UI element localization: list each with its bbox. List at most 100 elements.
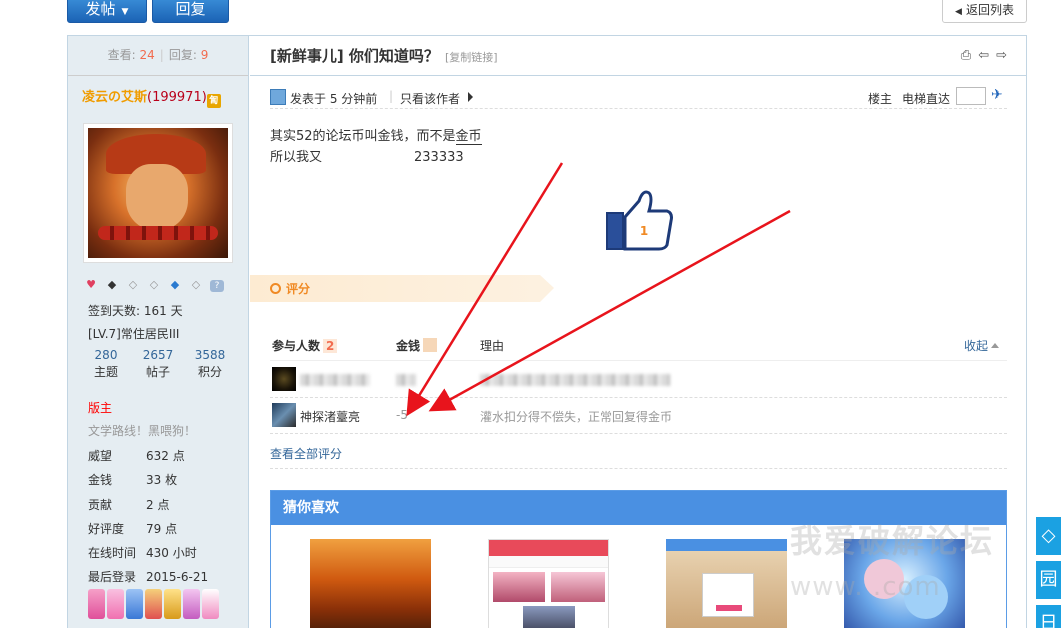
medal-list	[88, 589, 238, 628]
group-medals: ♥ ◆ ◇ ◇ ◆ ◇?	[84, 277, 231, 292]
author-name[interactable]: 凌云の艾斯	[82, 90, 147, 105]
content-line: 所以我又 233333	[270, 150, 464, 165]
user-motto: 文学路线！黑喂狗！	[88, 424, 197, 438]
recommendation-thumbnail[interactable]	[488, 539, 609, 628]
money-header: 金钱	[396, 337, 438, 354]
watermark-text: 我爱破解论坛	[790, 522, 995, 560]
prev-thread-icon[interactable]: ⇦	[978, 48, 989, 63]
rating-row	[270, 362, 1007, 398]
side-tab[interactable]: 园	[1036, 561, 1061, 599]
coin-icon	[423, 338, 438, 352]
rating-value	[396, 372, 416, 386]
next-thread-icon[interactable]: ⇨	[996, 48, 1007, 63]
checkin-days: 签到天数: 161 天	[88, 304, 183, 318]
gem-icon: ◆	[107, 278, 117, 291]
count-credits[interactable]: 3588 积分	[186, 347, 234, 381]
views-count: 24	[139, 48, 155, 62]
gem-icon: ◇	[128, 278, 138, 291]
divider	[270, 468, 1007, 469]
gem-icon: ◇	[149, 278, 159, 291]
user-counts: 280 主题 2657 帖子 3588 积分	[82, 347, 242, 383]
rating-reason	[480, 372, 670, 386]
jump-floor-input[interactable]	[956, 87, 986, 105]
rating-reason: 灌水扣分得不偿失，正常回复得金币	[480, 410, 673, 424]
post-content: 其实52的论坛币叫金钱，而不是金币 所以我又 233333	[270, 126, 482, 168]
rater-name[interactable]: 神探渚薹亮	[300, 408, 360, 425]
only-author-link[interactable]: 只看该作者	[400, 90, 460, 107]
gem-icon: ◇	[191, 278, 201, 291]
collapse-button[interactable]: 收起	[964, 337, 999, 354]
back-to-list-button[interactable]: ◀ 返回列表	[942, 0, 1027, 23]
page-title: [新鲜事儿] 你们知道吗？	[270, 47, 439, 65]
replies-label: 回复:	[168, 48, 197, 62]
rating-row: 神探渚薹亮 -5 灌水扣分得不偿失，正常回复得金币	[270, 398, 1007, 434]
side-float-tabs: ◇ 园 日	[1036, 517, 1061, 628]
user-info-table: 威望 632 点 金钱 33 枚 贡献 2 点 好评度 79 点 在线时间 430 小时 …	[88, 444, 238, 590]
rating-header: 评分	[250, 275, 554, 302]
user-role: 版主	[88, 401, 113, 415]
print-icon[interactable]: ⎙	[961, 48, 971, 63]
views-label: 查看:	[107, 48, 136, 62]
rater-avatar[interactable]	[272, 403, 296, 427]
post-button-label: 发帖	[85, 0, 116, 18]
gem-icon: ◆	[170, 278, 180, 291]
medal-icon[interactable]	[88, 589, 105, 619]
medal-icon[interactable]	[202, 589, 219, 619]
rating-label: 评分	[286, 282, 311, 296]
back-to-list-label: 返回列表	[965, 3, 1014, 17]
top-toolbar: 发帖 ▼ 回复 ◀ 返回列表	[0, 0, 1061, 34]
vip-badge-icon: 訇	[206, 94, 221, 108]
thread-stats: 查看: 24 | 回复: 9	[68, 36, 248, 76]
avatar[interactable]	[83, 123, 233, 263]
chevron-down-icon: ▼	[121, 7, 129, 17]
author-uid: (199971)	[147, 90, 207, 105]
participants-count: 2	[323, 339, 338, 353]
rater-avatar[interactable]	[272, 367, 296, 391]
replies-count: 9	[200, 48, 209, 62]
content-line: 其实52的论坛币叫金钱，而不是金币	[270, 129, 482, 145]
reason-header: 理由	[480, 339, 505, 353]
medal-icon[interactable]	[126, 589, 143, 619]
info-row: 威望 632 点	[88, 449, 185, 463]
info-row: 金钱 33 枚	[88, 473, 178, 488]
view-all-ratings-link[interactable]: 查看全部评分	[270, 445, 342, 462]
participants-header: 参与人数 2	[272, 337, 338, 354]
author-sidebar: 查看: 24 | 回复: 9 凌云の艾斯(199971) 訇 ♥ ◆ ◇ ◇ ◆ ◇? 签到天数…	[68, 36, 249, 628]
title-actions: ⎙ ⇦ ⇨	[954, 48, 1007, 63]
rating-circle-icon	[270, 283, 281, 294]
caret-right-icon	[468, 92, 473, 102]
info-row: 在线时间 430 小时	[88, 546, 197, 561]
info-row: 最后登录 2015-6-21	[88, 570, 209, 585]
recommendation-thumbnail[interactable]	[666, 539, 787, 628]
reply-button[interactable]: 回复	[152, 0, 229, 23]
rater-name[interactable]	[300, 372, 370, 386]
medal-icon[interactable]	[183, 589, 200, 619]
meta-separator: |	[389, 89, 394, 103]
like-count: 1	[640, 224, 648, 238]
count-threads[interactable]: 280 主题	[82, 347, 130, 381]
post-button[interactable]: 发帖 ▼	[67, 0, 147, 23]
medal-icon[interactable]	[145, 589, 162, 619]
thread-title-bar: [新鲜事儿] 你们知道吗？ [复制链接] ⎙ ⇦ ⇨	[250, 36, 1027, 76]
like-thumb-icon[interactable]: 1	[605, 187, 675, 255]
caret-up-icon	[991, 343, 999, 348]
recommendation-thumbnail[interactable]	[310, 539, 431, 628]
online-user-icon	[270, 89, 286, 105]
author-name-line: 凌云の艾斯(199971) 訇	[68, 76, 248, 108]
user-level: [LV.7]常住居民III	[88, 327, 180, 341]
content-link[interactable]: 金币	[455, 129, 482, 145]
jump-go-icon[interactable]: ✈	[991, 87, 1003, 103]
info-row: 贡献 2 点	[88, 497, 170, 512]
info-row: 好评度 79 点	[88, 521, 178, 536]
medal-icon[interactable]	[164, 589, 181, 619]
rating-value: -5	[396, 408, 408, 422]
rating-table-header: 参与人数 2 金钱 理由 收起	[270, 333, 1007, 361]
medal-icon[interactable]	[107, 589, 124, 619]
count-posts[interactable]: 2657 帖子	[134, 347, 182, 381]
side-tab[interactable]: ◇	[1036, 517, 1061, 555]
help-icon[interactable]: ?	[210, 280, 224, 292]
heart-gem-icon: ♥	[86, 278, 96, 291]
copy-link[interactable]: [复制链接]	[445, 51, 498, 64]
jump-to-floor-label: 电梯直达	[902, 92, 951, 106]
side-tab[interactable]: 日	[1036, 605, 1061, 628]
